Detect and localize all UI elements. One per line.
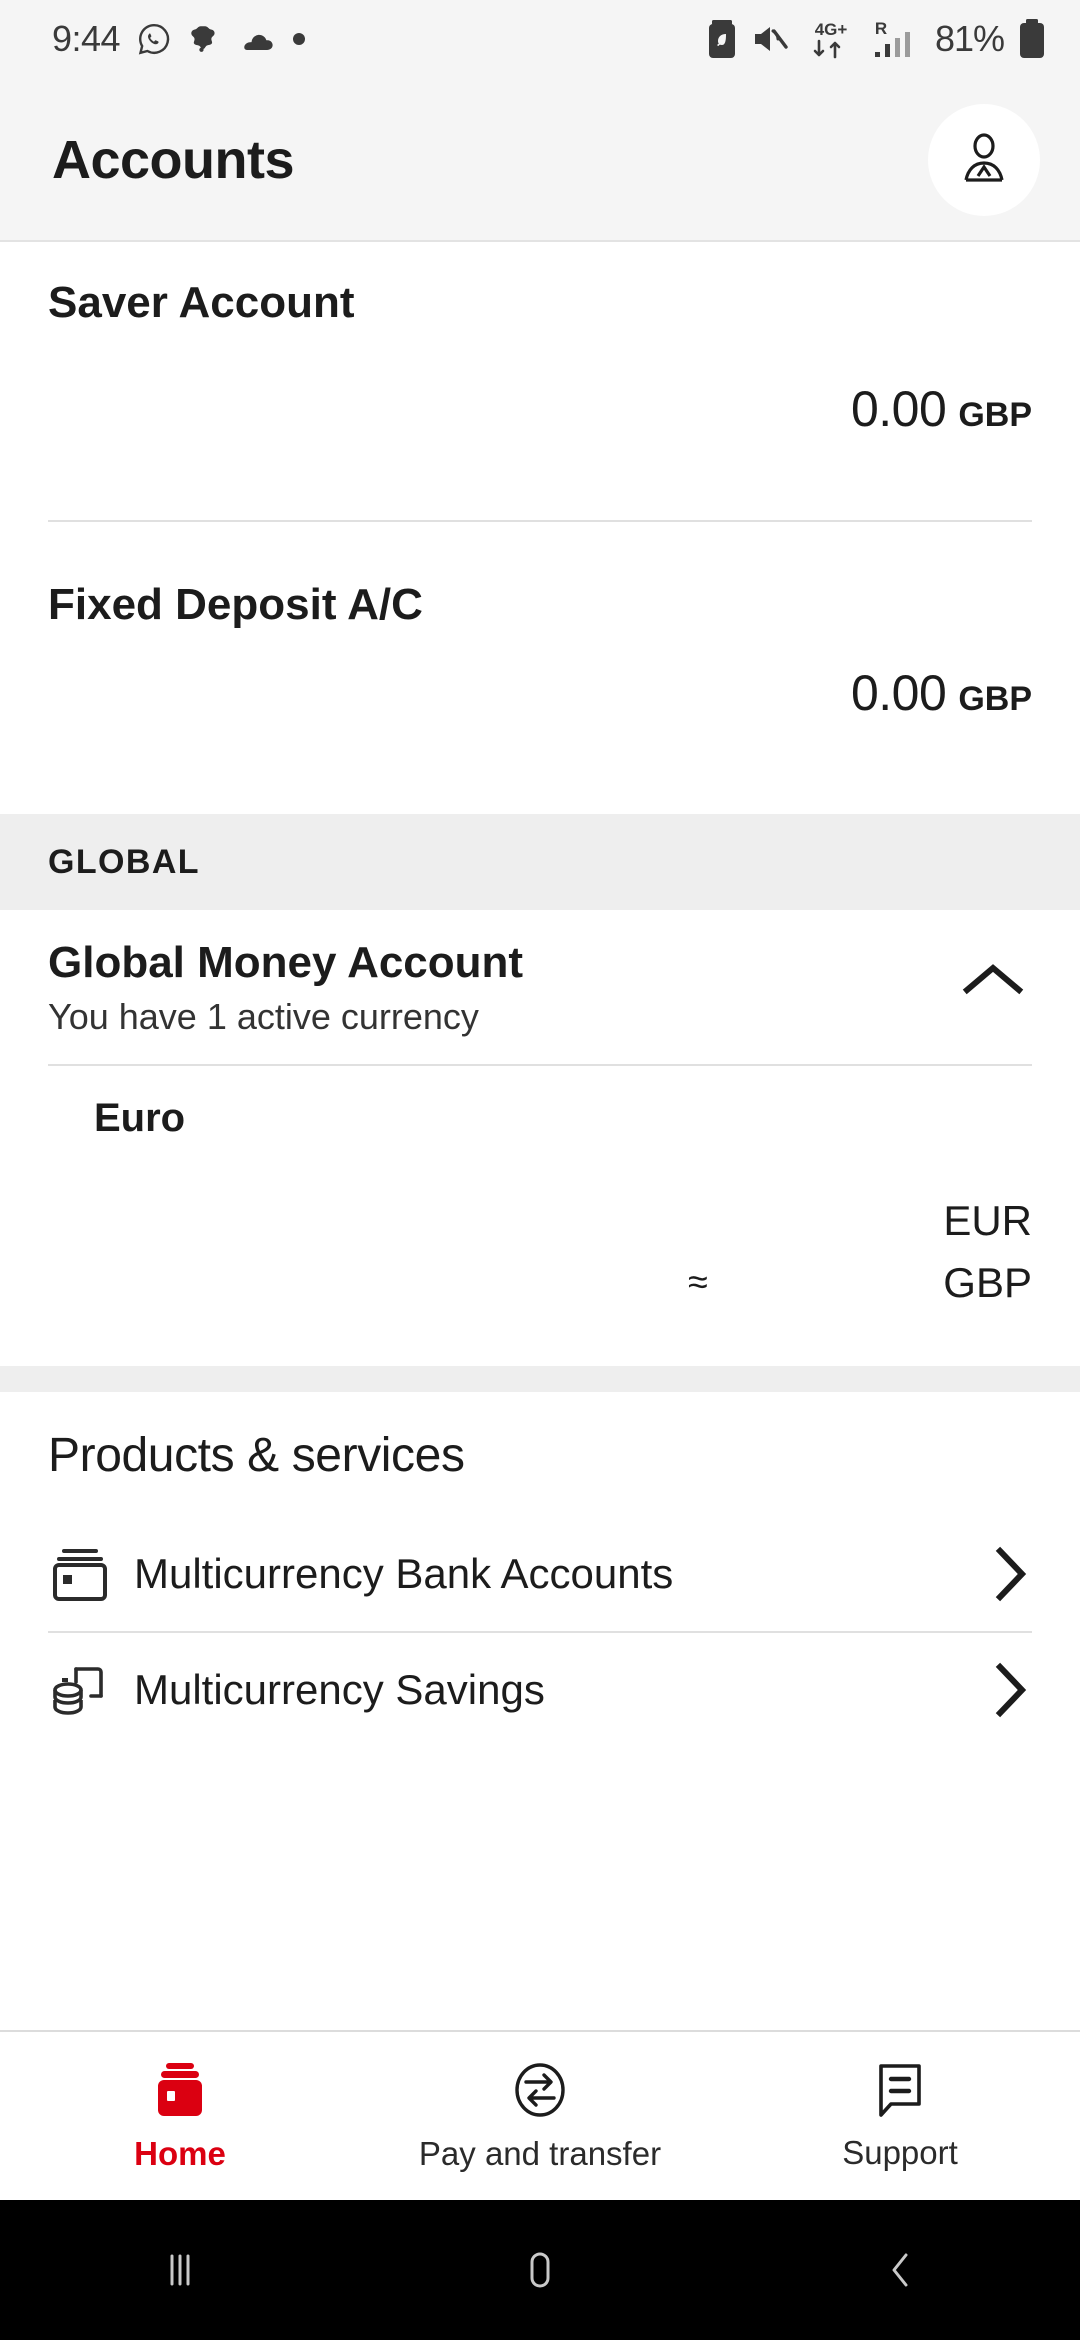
- bank-cards-icon: [48, 1543, 134, 1605]
- currency-converted-code: GBP: [943, 1259, 1032, 1306]
- product-row-multicurrency-savings[interactable]: Multicurrency Savings: [48, 1633, 1032, 1747]
- status-bar: 9:44 4G+ R 81%: [0, 0, 1080, 78]
- 4g-plus-data-icon: 4G+: [805, 17, 857, 61]
- android-navigation-bar: [0, 2200, 1080, 2340]
- phone-screen: 9:44 4G+ R 81% Accounts Saver Account 0.…: [0, 0, 1080, 2340]
- recents-icon: [154, 2244, 206, 2296]
- tab-label: Home: [134, 2135, 226, 2172]
- section-label: GLOBAL: [48, 842, 200, 881]
- cloud-icon: [238, 26, 276, 52]
- account-name: Saver Account: [48, 278, 355, 327]
- battery-saver-icon: [707, 18, 737, 60]
- currency-row-euro[interactable]: Euro EUR ≈ GBP: [0, 1066, 1080, 1366]
- products-section-title: Products & services: [48, 1429, 465, 1482]
- tab-support[interactable]: Support: [720, 2060, 1080, 2172]
- account-balance: 0.00 GBP: [48, 630, 1032, 722]
- product-label: Multicurrency Savings: [134, 1666, 545, 1713]
- currency-amounts: EUR ≈ GBP: [48, 1141, 1032, 1307]
- savings-coins-icon: [48, 1659, 134, 1721]
- svg-text:4G+: 4G+: [815, 20, 848, 39]
- product-row-multicurrency-bank-accounts[interactable]: Multicurrency Bank Accounts: [48, 1517, 1032, 1631]
- home-pill-icon: [514, 2244, 566, 2296]
- whatsapp-icon: [136, 21, 172, 57]
- home-button[interactable]: [360, 2244, 720, 2296]
- profile-avatar-icon: [953, 129, 1015, 191]
- tab-label: Support: [842, 2134, 958, 2171]
- collapse-toggle-button[interactable]: [954, 938, 1032, 1000]
- product-label: Multicurrency Bank Accounts: [134, 1550, 674, 1597]
- currency-primary-line: EUR: [48, 1197, 1032, 1245]
- account-name: Fixed Deposit A/C: [48, 580, 423, 629]
- status-bar-left: 9:44: [52, 18, 306, 60]
- chat-bubble-icon: [869, 2060, 931, 2120]
- mute-icon: [751, 21, 791, 57]
- section-header-global: GLOBAL: [0, 814, 1080, 910]
- account-currency: GBP: [958, 680, 1032, 718]
- recents-button[interactable]: [0, 2244, 360, 2296]
- profile-avatar-button[interactable]: [928, 104, 1040, 216]
- account-amount: 0.00: [850, 665, 947, 721]
- wallet-icon: [148, 2059, 212, 2121]
- dot-icon: [292, 32, 306, 46]
- global-money-account-text: Global Money Account You have 1 active c…: [48, 938, 954, 1038]
- tab-label: Pay and transfer: [418, 2135, 662, 2172]
- chevron-right-icon[interactable]: [988, 1543, 1032, 1605]
- status-bar-right: 4G+ R 81%: [707, 17, 1046, 61]
- currency-name: Euro: [94, 1096, 186, 1140]
- account-currency: GBP: [958, 396, 1032, 434]
- battery-icon: [1018, 18, 1046, 60]
- tab-pay-and-transfer[interactable]: Pay and transfer: [360, 2059, 720, 2173]
- section-gap-band: [0, 1366, 1080, 1392]
- global-money-account-subtitle: You have 1 active currency: [48, 996, 479, 1037]
- products-and-services-section: Products & services Multicurrency Bank A…: [0, 1392, 1080, 1747]
- status-bar-clock: 9:44: [52, 18, 121, 59]
- currency-primary-code: EUR: [943, 1197, 1032, 1244]
- account-card-fixed-deposit[interactable]: Fixed Deposit A/C 0.00 GBP: [0, 522, 1080, 814]
- approx-equals-symbol: ≈: [688, 1261, 708, 1302]
- account-amount: 0.00: [850, 381, 947, 437]
- app-notification-icon: [188, 22, 222, 56]
- app-header: Accounts: [0, 78, 1080, 242]
- back-chevron-icon: [874, 2244, 926, 2296]
- global-money-account-row[interactable]: Global Money Account You have 1 active c…: [0, 910, 1080, 1064]
- account-balance: 0.00 GBP: [48, 328, 1032, 438]
- bottom-navigation: Home Pay and transfer Support: [0, 2030, 1080, 2200]
- global-money-account-title: Global Money Account: [48, 938, 524, 987]
- account-card-saver[interactable]: Saver Account 0.00 GBP: [0, 242, 1080, 520]
- back-button[interactable]: [720, 2244, 1080, 2296]
- chevron-right-icon[interactable]: [988, 1659, 1032, 1721]
- page-title: Accounts: [52, 130, 295, 190]
- transfer-circle-icon: [508, 2059, 572, 2121]
- tab-home[interactable]: Home: [0, 2059, 360, 2173]
- accounts-scroll-area[interactable]: Saver Account 0.00 GBP Fixed Deposit A/C…: [0, 242, 1080, 2030]
- battery-percentage: 81%: [934, 18, 1005, 59]
- chevron-up-icon: [961, 960, 1025, 1000]
- currency-converted-line: ≈ GBP: [48, 1259, 1032, 1307]
- roaming-signal-icon: R: [871, 17, 921, 61]
- svg-text:R: R: [875, 19, 887, 38]
